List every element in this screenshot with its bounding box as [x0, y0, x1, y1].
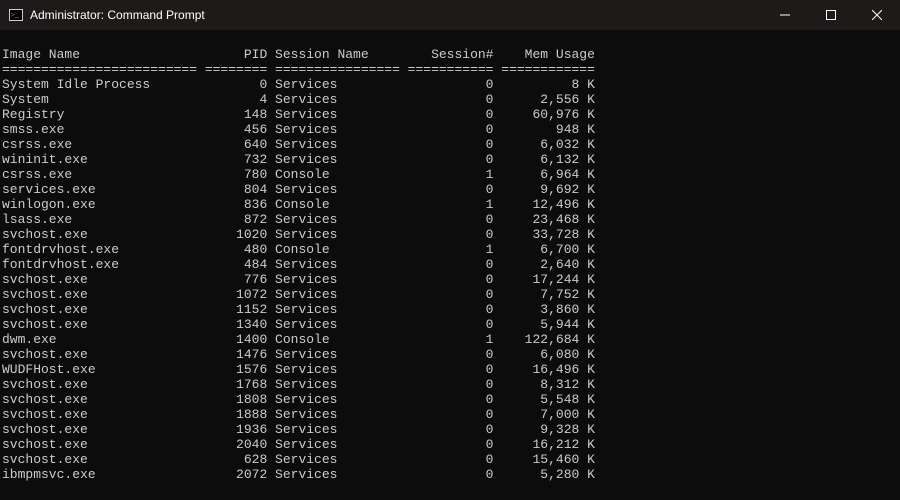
- command-prompt-window: >_ Administrator: Command Prompt Image N…: [0, 0, 900, 500]
- process-row: wininit.exe 732 Services 0 6,132 K: [2, 152, 898, 167]
- process-row: svchost.exe 776 Services 0 17,244 K: [2, 272, 898, 287]
- blank-line: [2, 32, 898, 47]
- process-row: fontdrvhost.exe 480 Console 1 6,700 K: [2, 242, 898, 257]
- process-row: WUDFHost.exe 1576 Services 0 16,496 K: [2, 362, 898, 377]
- process-row: svchost.exe 1020 Services 0 33,728 K: [2, 227, 898, 242]
- process-row: csrss.exe 640 Services 0 6,032 K: [2, 137, 898, 152]
- process-row: svchost.exe 1340 Services 0 5,944 K: [2, 317, 898, 332]
- titlebar[interactable]: >_ Administrator: Command Prompt: [0, 0, 900, 30]
- svg-text:>_: >_: [11, 11, 19, 19]
- header-row: Image Name PID Session Name Session# Mem…: [2, 47, 898, 62]
- process-row: smss.exe 456 Services 0 948 K: [2, 122, 898, 137]
- process-row: ibmpmsvc.exe 2072 Services 0 5,280 K: [2, 467, 898, 482]
- process-row: winlogon.exe 836 Console 1 12,496 K: [2, 197, 898, 212]
- process-row: System Idle Process 0 Services 0 8 K: [2, 77, 898, 92]
- process-row: csrss.exe 780 Console 1 6,964 K: [2, 167, 898, 182]
- process-row: fontdrvhost.exe 484 Services 0 2,640 K: [2, 257, 898, 272]
- minimize-button[interactable]: [762, 0, 808, 30]
- process-row: Registry 148 Services 0 60,976 K: [2, 107, 898, 122]
- process-row: svchost.exe 1808 Services 0 5,548 K: [2, 392, 898, 407]
- cmd-icon: >_: [8, 7, 24, 23]
- process-row: svchost.exe 1768 Services 0 8,312 K: [2, 377, 898, 392]
- process-row: System 4 Services 0 2,556 K: [2, 92, 898, 107]
- separator-row: ========================= ======== =====…: [2, 62, 898, 77]
- window-title: Administrator: Command Prompt: [30, 8, 205, 22]
- process-row: svchost.exe 1936 Services 0 9,328 K: [2, 422, 898, 437]
- process-row: svchost.exe 1888 Services 0 7,000 K: [2, 407, 898, 422]
- process-row: svchost.exe 1152 Services 0 3,860 K: [2, 302, 898, 317]
- process-row: svchost.exe 1476 Services 0 6,080 K: [2, 347, 898, 362]
- process-row: services.exe 804 Services 0 9,692 K: [2, 182, 898, 197]
- process-row: lsass.exe 872 Services 0 23,468 K: [2, 212, 898, 227]
- process-row: svchost.exe 628 Services 0 15,460 K: [2, 452, 898, 467]
- process-row: dwm.exe 1400 Console 1 122,684 K: [2, 332, 898, 347]
- close-button[interactable]: [854, 0, 900, 30]
- process-row: svchost.exe 2040 Services 0 16,212 K: [2, 437, 898, 452]
- terminal-output[interactable]: Image Name PID Session Name Session# Mem…: [0, 30, 900, 500]
- process-row: svchost.exe 1072 Services 0 7,752 K: [2, 287, 898, 302]
- maximize-button[interactable]: [808, 0, 854, 30]
